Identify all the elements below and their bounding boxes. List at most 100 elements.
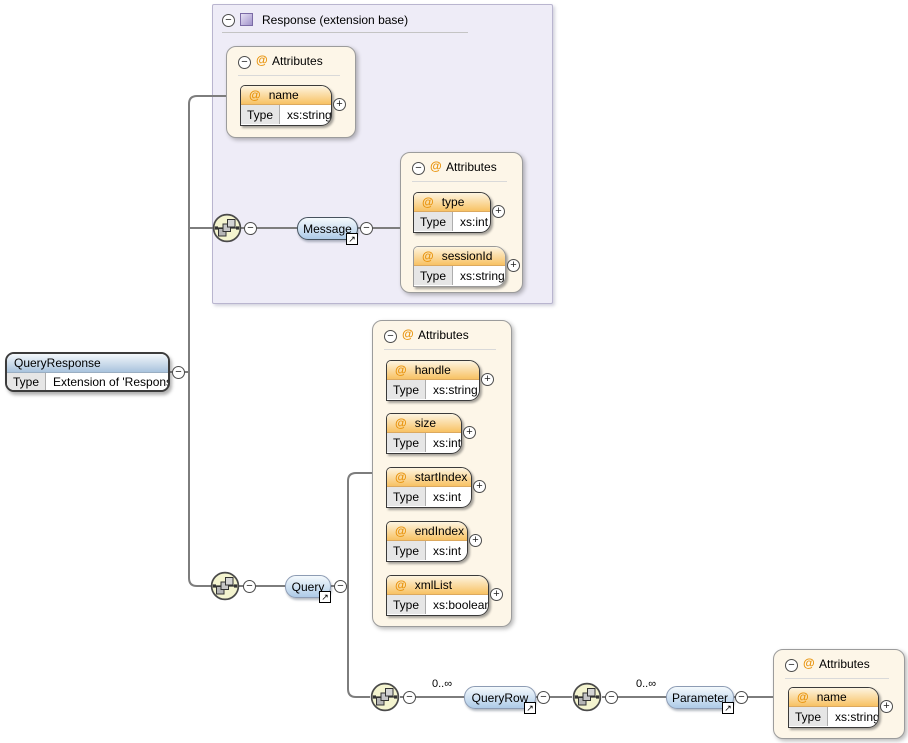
collapse-icon[interactable]: −: [222, 14, 235, 27]
occurrence-label: 0..∞: [432, 678, 452, 690]
attribute-icon: @: [395, 363, 407, 377]
collapse-icon[interactable]: −: [384, 330, 397, 343]
attribute-box-name[interactable]: @ name Type xs:string: [788, 687, 879, 728]
attribute-icon: @: [395, 470, 407, 484]
collapse-icon[interactable]: −: [412, 162, 425, 175]
attribute-box-handle[interactable]: @ handle Type xs:string: [386, 360, 480, 401]
type-label: Type: [7, 373, 46, 391]
schema-diagram: − Response (extension base) − @ Attribut…: [0, 0, 908, 743]
collapse-icon[interactable]: −: [334, 580, 347, 593]
attribute-name: type: [442, 195, 465, 209]
collapse-icon[interactable]: −: [537, 691, 550, 704]
attribute-icon: @: [395, 578, 407, 592]
collapse-icon[interactable]: −: [238, 56, 251, 69]
reference-arrow-icon[interactable]: ↗: [319, 591, 331, 603]
attribute-box-name[interactable]: @ name Type xs:string: [240, 85, 332, 126]
complex-type-icon: [240, 13, 253, 26]
attribute-icon: @: [422, 249, 434, 263]
type-value: xs:string: [828, 707, 879, 726]
divider: [412, 181, 507, 182]
attribute-group-icon: @: [402, 327, 414, 341]
attribute-name: startIndex: [415, 470, 468, 484]
type-value: Extension of 'Response': [46, 373, 170, 391]
expand-icon[interactable]: +: [880, 700, 893, 713]
attribute-icon: @: [797, 690, 809, 704]
collapse-icon[interactable]: −: [785, 659, 798, 672]
attribute-group-icon: @: [803, 656, 815, 670]
attribute-box-endindex[interactable]: @ endIndex Type xs:int: [386, 521, 468, 562]
expand-icon[interactable]: +: [463, 426, 476, 439]
occurrence-label: 0..∞: [636, 678, 656, 690]
attributes-title: Attributes: [446, 160, 497, 174]
divider: [785, 678, 889, 679]
type-value: xs:int: [426, 541, 468, 560]
attribute-group-icon: @: [256, 53, 268, 67]
attribute-box-xmllist[interactable]: @ xmlList Type xs:boolean: [386, 575, 489, 616]
attributes-title: Attributes: [418, 328, 469, 342]
attribute-box-startindex[interactable]: @ startIndex Type xs:int: [386, 467, 472, 508]
sequence-compositor-icon[interactable]: [572, 682, 602, 712]
element-message[interactable]: Message ↗: [297, 217, 358, 240]
attribute-group-icon: @: [430, 159, 442, 173]
collapse-icon[interactable]: −: [735, 691, 748, 704]
type-label: Type: [387, 595, 426, 614]
type-label: Type: [414, 212, 453, 231]
element-parameter[interactable]: Parameter ↗: [666, 686, 734, 709]
element-query[interactable]: Query ↗: [285, 575, 331, 598]
collapse-icon[interactable]: −: [244, 222, 257, 235]
type-label: Type: [789, 707, 828, 726]
attribute-name: sessionId: [442, 249, 493, 263]
element-label: Message: [303, 222, 352, 236]
type-label: Type: [387, 487, 426, 506]
type-value: xs:int: [426, 433, 462, 452]
type-label: Type: [241, 105, 280, 124]
attribute-icon: @: [395, 524, 407, 538]
type-label: Type: [387, 380, 426, 399]
extension-base-title: Response (extension base): [262, 13, 408, 27]
attribute-box-sessionid[interactable]: @ sessionId Type xs:string: [413, 246, 506, 287]
sequence-compositor-icon[interactable]: [210, 571, 240, 601]
divider: [222, 32, 468, 33]
expand-icon[interactable]: +: [469, 534, 482, 547]
attributes-title: Attributes: [819, 657, 870, 671]
collapse-icon[interactable]: −: [360, 222, 373, 235]
reference-arrow-icon[interactable]: ↗: [722, 702, 734, 714]
collapse-icon[interactable]: −: [403, 691, 416, 704]
expand-icon[interactable]: +: [492, 205, 505, 218]
divider: [238, 75, 340, 76]
root-element-label: QueryResponse: [14, 356, 101, 370]
element-label: Parameter: [672, 691, 728, 705]
reference-arrow-icon[interactable]: ↗: [346, 233, 358, 245]
type-value: xs:string: [280, 105, 332, 124]
expand-icon[interactable]: +: [481, 373, 494, 386]
type-label: Type: [387, 433, 426, 452]
collapse-icon[interactable]: −: [605, 691, 618, 704]
attribute-box-type[interactable]: @ type Type xs:int: [413, 192, 491, 233]
type-value: xs:int: [426, 487, 471, 506]
element-queryrow[interactable]: QueryRow ↗: [464, 686, 536, 709]
attributes-title: Attributes: [272, 54, 323, 68]
type-label: Type: [387, 541, 426, 560]
expand-icon[interactable]: +: [333, 98, 346, 111]
attribute-icon: @: [422, 195, 434, 209]
root-element-queryresponse[interactable]: QueryResponse Type Extension of 'Respons…: [5, 352, 170, 392]
attribute-name: name: [817, 690, 847, 704]
type-value: xs:string: [453, 266, 506, 285]
collapse-icon[interactable]: −: [243, 580, 256, 593]
attribute-name: endIndex: [415, 524, 464, 538]
collapse-icon[interactable]: −: [172, 366, 185, 379]
expand-icon[interactable]: +: [473, 480, 486, 493]
attribute-icon: @: [249, 88, 261, 102]
element-label: QueryRow: [472, 691, 529, 705]
reference-arrow-icon[interactable]: ↗: [524, 702, 536, 714]
attribute-box-size[interactable]: @ size Type xs:int: [386, 413, 462, 454]
expand-icon[interactable]: +: [490, 588, 503, 601]
sequence-compositor-icon[interactable]: [370, 682, 400, 712]
type-label: Type: [414, 266, 453, 285]
attribute-name: xmlList: [415, 578, 452, 592]
sequence-compositor-icon[interactable]: [212, 213, 242, 243]
attribute-name: size: [415, 416, 436, 430]
expand-icon[interactable]: +: [507, 259, 520, 272]
type-value: xs:int: [453, 212, 491, 231]
type-value: xs:string: [426, 380, 480, 399]
